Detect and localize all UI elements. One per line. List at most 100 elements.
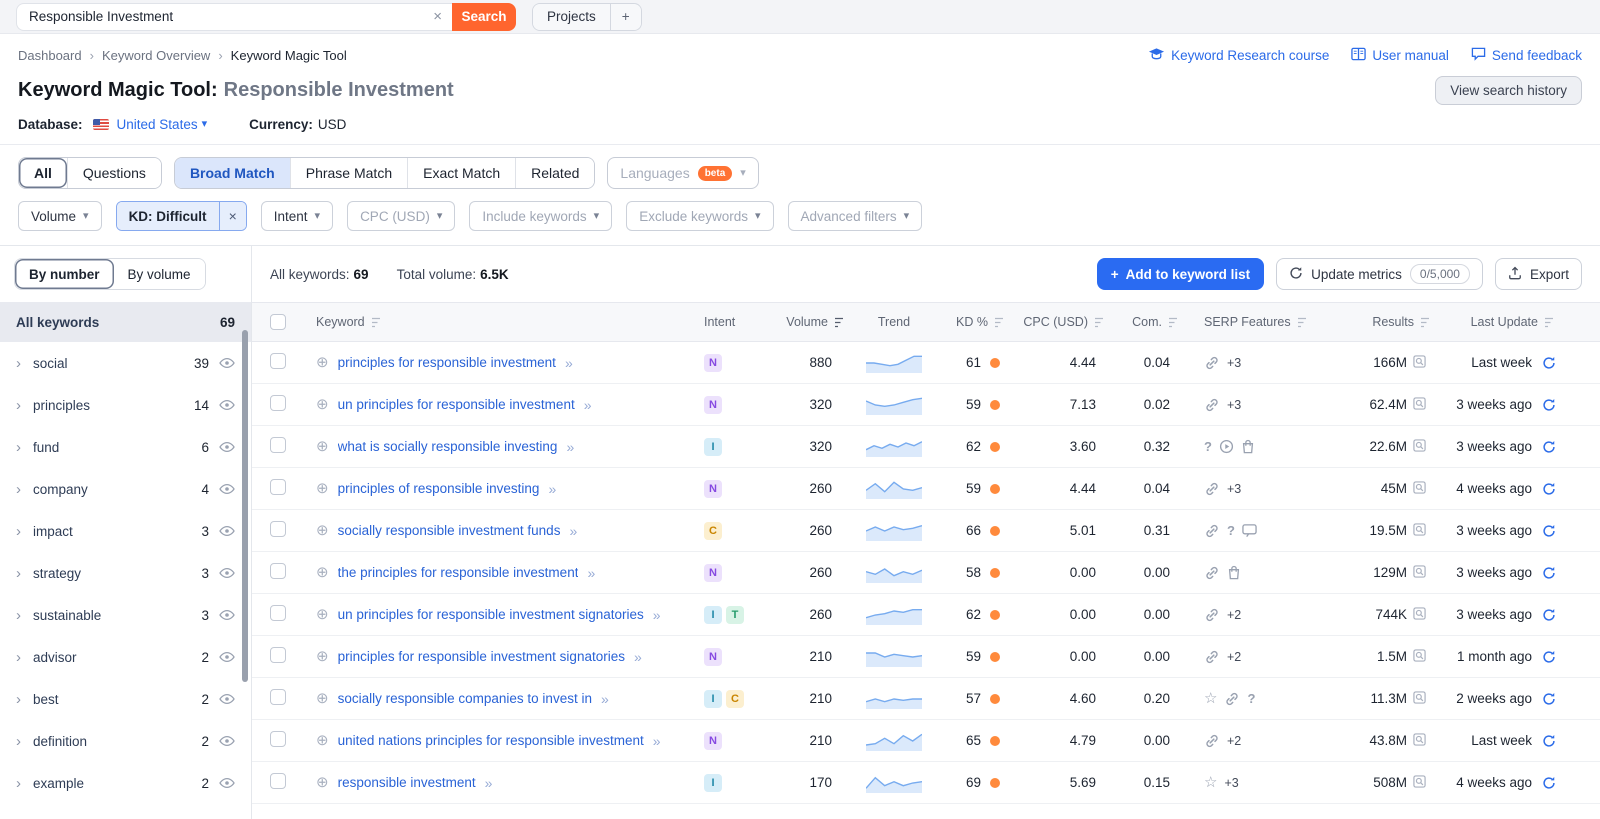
expand-keyword-icon[interactable]: » [601,691,609,707]
serp-more-count[interactable]: +2 [1227,650,1241,664]
keyword-link[interactable]: socially responsible investment funds [338,523,561,538]
add-keyword-icon[interactable]: ⊕ [316,523,329,538]
sidebar-group-item[interactable]: › principles 14 [0,384,251,426]
database-selector[interactable]: United States ▾ [117,117,208,132]
serp-preview-icon[interactable] [1413,733,1426,749]
serp-preview-icon[interactable] [1413,481,1426,497]
serp-more-count[interactable]: +3 [1227,398,1241,412]
row-checkbox[interactable] [270,395,286,411]
tab-phrase-match[interactable]: Phrase Match [290,158,407,188]
eye-icon[interactable] [219,483,235,495]
eye-icon[interactable] [219,525,235,537]
expand-keyword-icon[interactable]: » [587,565,595,581]
row-checkbox[interactable] [270,353,286,369]
tab-questions[interactable]: Questions [67,158,161,188]
cpc-filter[interactable]: CPC (USD)▾ [347,201,455,231]
sidebar-scrollbar[interactable] [242,330,248,682]
sidebar-group-item[interactable]: › definition 2 [0,720,251,762]
eye-icon[interactable] [219,777,235,789]
eye-icon[interactable] [219,567,235,579]
select-all-checkbox[interactable] [270,314,286,330]
refresh-icon[interactable] [1542,440,1556,454]
search-button[interactable]: Search [452,3,516,31]
col-com[interactable]: Com. [1106,315,1180,329]
advanced-filters[interactable]: Advanced filters▾ [788,201,923,231]
col-volume[interactable]: Volume [760,315,846,329]
add-keyword-icon[interactable]: ⊕ [316,481,329,496]
add-keyword-icon[interactable]: ⊕ [316,607,329,622]
eye-icon[interactable] [219,651,235,663]
expand-keyword-icon[interactable]: » [653,733,661,749]
keyword-link[interactable]: principles for responsible investment si… [338,649,625,664]
col-results[interactable]: Results [1326,315,1432,329]
row-checkbox[interactable] [270,731,286,747]
include-keywords-filter[interactable]: Include keywords▾ [469,201,612,231]
add-keyword-icon[interactable]: ⊕ [316,565,329,580]
serp-more-count[interactable]: +3 [1224,776,1238,790]
eye-icon[interactable] [219,693,235,705]
by-volume-button[interactable]: By volume [114,259,205,289]
keyword-link[interactable]: un principles for responsible investment [338,397,575,412]
serp-preview-icon[interactable] [1413,523,1426,539]
sidebar-item-all-keywords[interactable]: All keywords 69 [0,302,251,342]
refresh-icon[interactable] [1542,776,1556,790]
keyword-link[interactable]: principles of responsible investing [338,481,540,496]
expand-keyword-icon[interactable]: » [569,523,577,539]
languages-dropdown[interactable]: Languages beta ▾ [607,157,758,189]
clear-search-icon[interactable]: × [433,9,442,24]
row-checkbox[interactable] [270,563,286,579]
row-checkbox[interactable] [270,773,286,789]
row-checkbox[interactable] [270,689,286,705]
expand-keyword-icon[interactable]: » [653,607,661,623]
search-input[interactable] [16,3,452,31]
expand-keyword-icon[interactable]: » [565,355,573,371]
refresh-icon[interactable] [1542,650,1556,664]
col-intent[interactable]: Intent [704,315,760,329]
serp-preview-icon[interactable] [1413,649,1426,665]
expand-keyword-icon[interactable]: » [584,397,592,413]
expand-keyword-icon[interactable]: » [548,481,556,497]
eye-icon[interactable] [219,357,235,369]
new-project-button[interactable]: + [610,4,641,30]
expand-keyword-icon[interactable]: » [566,439,574,455]
refresh-icon[interactable] [1542,482,1556,496]
send-feedback-link[interactable]: Send feedback [1471,46,1582,64]
col-last-update[interactable]: Last Update [1432,315,1556,329]
keyword-research-course-link[interactable]: Keyword Research course [1148,47,1329,64]
refresh-icon[interactable] [1542,692,1556,706]
tab-related[interactable]: Related [515,158,594,188]
refresh-icon[interactable] [1542,356,1556,370]
tab-all[interactable]: All [19,158,67,188]
serp-more-count[interactable]: +2 [1227,734,1241,748]
export-button[interactable]: Export [1495,258,1582,290]
eye-icon[interactable] [219,609,235,621]
row-checkbox[interactable] [270,521,286,537]
keyword-link[interactable]: what is socially responsible investing [338,439,558,454]
eye-icon[interactable] [219,735,235,747]
refresh-icon[interactable] [1542,566,1556,580]
add-keyword-icon[interactable]: ⊕ [316,733,329,748]
sidebar-group-item[interactable]: › sustainable 3 [0,594,251,636]
sidebar-group-item[interactable]: › fund 6 [0,426,251,468]
update-metrics-button[interactable]: Update metrics 0/5,000 [1276,258,1483,290]
serp-preview-icon[interactable] [1413,355,1426,371]
sidebar-group-item[interactable]: › company 4 [0,468,251,510]
sidebar-group-item[interactable]: › advisor 2 [0,636,251,678]
kd-filter[interactable]: KD: Difficult × [116,201,247,231]
row-checkbox[interactable] [270,479,286,495]
refresh-icon[interactable] [1542,398,1556,412]
col-serp-features[interactable]: SERP Features [1180,315,1326,329]
serp-more-count[interactable]: +2 [1227,608,1241,622]
breadcrumb-dashboard[interactable]: Dashboard [18,48,82,63]
serp-more-count[interactable]: +3 [1227,356,1241,370]
add-keyword-icon[interactable]: ⊕ [316,691,329,706]
serp-preview-icon[interactable] [1413,607,1426,623]
sidebar-group-item[interactable]: › example 2 [0,762,251,804]
projects-button[interactable]: Projects [533,4,610,30]
row-checkbox[interactable] [270,647,286,663]
exclude-keywords-filter[interactable]: Exclude keywords▾ [626,201,773,231]
refresh-icon[interactable] [1542,524,1556,538]
expand-keyword-icon[interactable]: » [485,775,493,791]
intent-filter[interactable]: Intent▾ [261,201,333,231]
sidebar-group-item[interactable]: › best 2 [0,678,251,720]
